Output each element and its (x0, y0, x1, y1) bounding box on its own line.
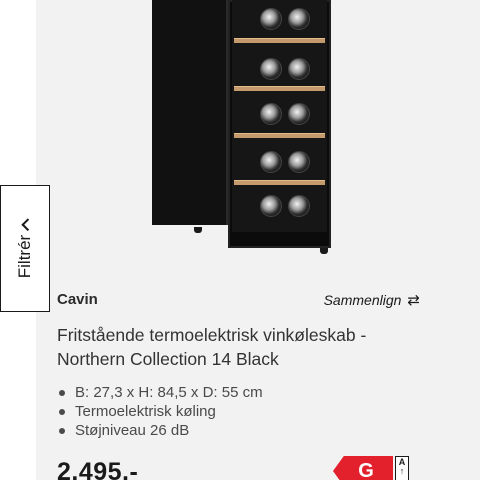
energy-scale: A ↑ (395, 456, 409, 480)
wine-shelf (234, 133, 325, 138)
swap-arrows-icon: ⇄ (407, 292, 420, 309)
energy-label[interactable]: G A ↑ (333, 456, 415, 480)
wine-shelf (234, 86, 325, 91)
filter-button[interactable]: Filtrér (0, 185, 50, 312)
wine-bottle (288, 58, 310, 80)
wine-bottle (260, 8, 282, 30)
filter-label: Filtrér (15, 234, 35, 278)
wine-bottle (288, 103, 310, 125)
fridge-side (152, 0, 228, 225)
product-specs: B: 27,3 x H: 84,5 x D: 55 cm Termoelektr… (57, 383, 263, 440)
chevron-right-icon (20, 217, 34, 231)
wine-bottle (260, 58, 282, 80)
wine-bottle (288, 151, 310, 173)
fridge-foot (320, 248, 328, 254)
spec-item: B: 27,3 x H: 84,5 x D: 55 cm (57, 383, 263, 402)
wine-bottle (260, 151, 282, 173)
wine-shelf (234, 38, 325, 43)
compare-label: Sammenlign (323, 292, 402, 308)
bullet-icon (59, 408, 65, 415)
spec-item: Støjniveau 26 dB (57, 421, 263, 440)
product-price: 2.495,- (57, 458, 139, 480)
wine-bottle (260, 103, 282, 125)
wine-bottle (260, 195, 282, 217)
compare-button[interactable]: Sammenlign ⇄ (324, 291, 420, 309)
product-brand: Cavin (57, 291, 98, 308)
product-image[interactable] (148, 0, 368, 262)
bullet-icon (59, 389, 65, 396)
wine-shelf (234, 180, 325, 185)
spec-item: Termoelektrisk køling (57, 402, 263, 421)
fridge-foot (194, 227, 202, 233)
bullet-icon (59, 427, 65, 434)
wine-bottle (288, 195, 310, 217)
energy-class-badge: G (333, 456, 393, 480)
product-title[interactable]: Fritstående termoelektrisk vinkøleskab -… (57, 323, 437, 371)
wine-bottle (288, 8, 310, 30)
